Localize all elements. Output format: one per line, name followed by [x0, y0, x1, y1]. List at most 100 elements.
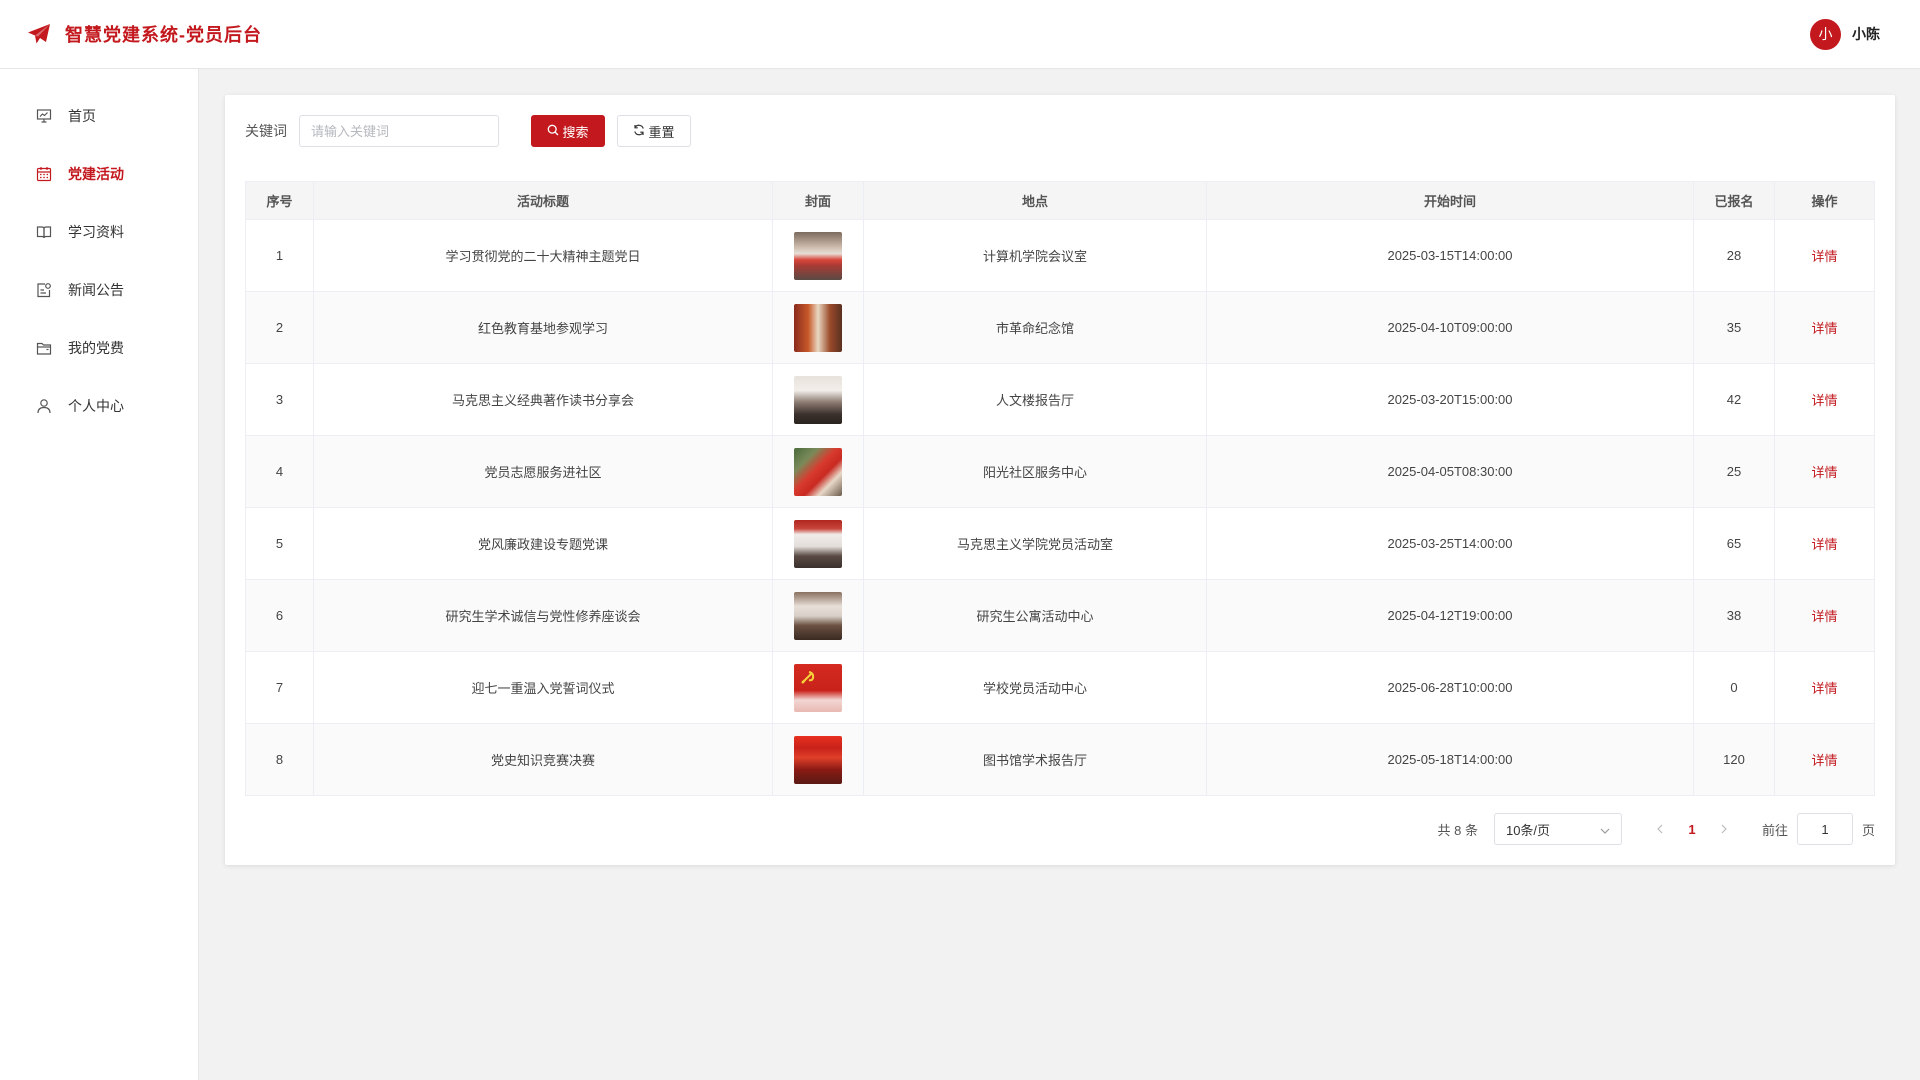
- row-cover-cell: [772, 651, 864, 724]
- row-index: 1: [245, 219, 314, 292]
- detail-link[interactable]: 详情: [1811, 681, 1837, 696]
- search-button[interactable]: 搜索: [531, 115, 605, 147]
- next-page-button[interactable]: [1708, 813, 1740, 845]
- goto-label: 前往: [1761, 822, 1788, 838]
- detail-link[interactable]: 详情: [1811, 393, 1837, 408]
- refresh-icon: [633, 124, 645, 139]
- search-filter: 关键词 搜索 重置: [245, 115, 691, 147]
- row-title: 党员志愿服务进社区: [313, 435, 773, 508]
- row-location: 阳光社区服务中心: [863, 435, 1207, 508]
- sidebar-item-label: 首页: [68, 108, 96, 124]
- book-icon: [36, 224, 52, 240]
- row-title: 党史知识竞赛决赛: [313, 723, 773, 796]
- goto-page-input[interactable]: [1796, 813, 1853, 845]
- row-title: 学习贯彻党的二十大精神主题党日: [313, 219, 773, 292]
- row-start-time: 2025-06-28T10:00:00: [1206, 651, 1694, 724]
- user-menu[interactable]: 小 小陈: [1810, 18, 1880, 50]
- row-location: 计算机学院会议室: [863, 219, 1207, 292]
- wallet-icon: [36, 340, 52, 356]
- row-location: 研究生公寓活动中心: [863, 579, 1207, 652]
- username[interactable]: 小陈: [1852, 24, 1880, 44]
- column-header-index: 序号: [245, 181, 314, 220]
- reset-button[interactable]: 重置: [617, 115, 691, 147]
- row-enrolled: 65: [1693, 507, 1775, 580]
- row-cover-cell: [772, 579, 864, 652]
- sidebar-item-label: 党建活动: [68, 166, 124, 182]
- column-header-cover: 封面: [772, 181, 864, 220]
- row-cover-cell: [772, 723, 864, 796]
- keyword-label: 关键词: [245, 123, 287, 139]
- row-enrolled: 38: [1693, 579, 1775, 652]
- sidebar: 首页 党建活动 学习资料 新闻公告 我的党费 个人中心: [0, 69, 199, 1080]
- detail-link[interactable]: 详情: [1811, 537, 1837, 552]
- pagination: 共 8 条 10条/页 1 前往 页: [1437, 813, 1875, 845]
- column-header-start-time: 开始时间: [1206, 181, 1694, 220]
- top-header: 智慧党建系统-党员后台 小 小陈: [0, 0, 1920, 69]
- row-index: 5: [245, 507, 314, 580]
- total-count: 共 8 条: [1437, 822, 1478, 838]
- row-cover-cell: [772, 219, 864, 292]
- chevron-down-icon: [1600, 822, 1610, 837]
- row-location: 图书馆学术报告厅: [863, 723, 1207, 796]
- paper-plane-icon: [27, 22, 51, 46]
- detail-link[interactable]: 详情: [1811, 321, 1837, 336]
- table-row: 3 马克思主义经典著作读书分享会 人文楼报告厅 2025-03-20T15:00…: [245, 363, 1875, 436]
- row-start-time: 2025-04-10T09:00:00: [1206, 291, 1694, 364]
- sidebar-item-study-materials[interactable]: 学习资料: [0, 203, 198, 261]
- sidebar-item-label: 学习资料: [68, 224, 124, 240]
- row-enrolled: 0: [1693, 651, 1775, 724]
- cover-image: [794, 735, 842, 784]
- user-icon: [36, 398, 52, 414]
- row-action-cell: 详情: [1774, 363, 1875, 436]
- sidebar-item-activities[interactable]: 党建活动: [0, 145, 198, 203]
- row-action-cell: 详情: [1774, 291, 1875, 364]
- sidebar-item-news[interactable]: 新闻公告: [0, 261, 198, 319]
- reset-button-label: 重置: [648, 124, 675, 140]
- party-emblem-icon: [801, 670, 815, 684]
- table-header-row: 序号 活动标题 封面 地点 开始时间 已报名 操作: [245, 181, 1875, 220]
- column-header-actions: 操作: [1774, 181, 1875, 220]
- table-row: 4 党员志愿服务进社区 阳光社区服务中心 2025-04-05T08:30:00…: [245, 435, 1875, 508]
- row-action-cell: 详情: [1774, 435, 1875, 508]
- activities-table: 序号 活动标题 封面 地点 开始时间 已报名 操作 1 学习贯彻党的二十大精神主…: [245, 181, 1875, 796]
- table-row: 2 红色教育基地参观学习 市革命纪念馆 2025-04-10T09:00:00 …: [245, 291, 1875, 364]
- avatar[interactable]: 小: [1810, 18, 1841, 50]
- row-start-time: 2025-03-20T15:00:00: [1206, 363, 1694, 436]
- sidebar-item-label: 个人中心: [68, 398, 124, 414]
- table-row: 1 学习贯彻党的二十大精神主题党日 计算机学院会议室 2025-03-15T14…: [245, 219, 1875, 292]
- row-location: 市革命纪念馆: [863, 291, 1207, 364]
- activities-panel: 关键词 搜索 重置 序号 活动标题 封面 地点 开始时间 已报名: [225, 95, 1895, 865]
- row-index: 6: [245, 579, 314, 652]
- table-row: 5 党风廉政建设专题党课 马克思主义学院党员活动室 2025-03-25T14:…: [245, 507, 1875, 580]
- row-enrolled: 120: [1693, 723, 1775, 796]
- sidebar-item-home[interactable]: 首页: [0, 87, 198, 145]
- cover-image: [794, 519, 842, 568]
- row-start-time: 2025-03-25T14:00:00: [1206, 507, 1694, 580]
- detail-link[interactable]: 详情: [1811, 249, 1837, 264]
- keyword-input[interactable]: [299, 115, 499, 147]
- notice-icon: [36, 282, 52, 298]
- page-number-current[interactable]: 1: [1676, 813, 1708, 845]
- page-size-select[interactable]: 10条/页: [1493, 813, 1622, 845]
- sidebar-item-label: 新闻公告: [68, 282, 124, 298]
- row-enrolled: 35: [1693, 291, 1775, 364]
- detail-link[interactable]: 详情: [1811, 609, 1837, 624]
- row-action-cell: 详情: [1774, 579, 1875, 652]
- sidebar-item-profile[interactable]: 个人中心: [0, 377, 198, 435]
- search-icon: [547, 124, 559, 139]
- row-cover-cell: [772, 291, 864, 364]
- cover-image: [794, 663, 842, 712]
- row-location: 马克思主义学院党员活动室: [863, 507, 1207, 580]
- row-action-cell: 详情: [1774, 651, 1875, 724]
- detail-link[interactable]: 详情: [1811, 753, 1837, 768]
- prev-page-button[interactable]: [1644, 813, 1676, 845]
- row-start-time: 2025-03-15T14:00:00: [1206, 219, 1694, 292]
- column-header-location: 地点: [863, 181, 1207, 220]
- row-title: 马克思主义经典著作读书分享会: [313, 363, 773, 436]
- row-start-time: 2025-04-05T08:30:00: [1206, 435, 1694, 508]
- column-header-enrolled: 已报名: [1693, 181, 1775, 220]
- detail-link[interactable]: 详情: [1811, 465, 1837, 480]
- sidebar-item-party-fee[interactable]: 我的党费: [0, 319, 198, 377]
- row-index: 4: [245, 435, 314, 508]
- row-action-cell: 详情: [1774, 723, 1875, 796]
